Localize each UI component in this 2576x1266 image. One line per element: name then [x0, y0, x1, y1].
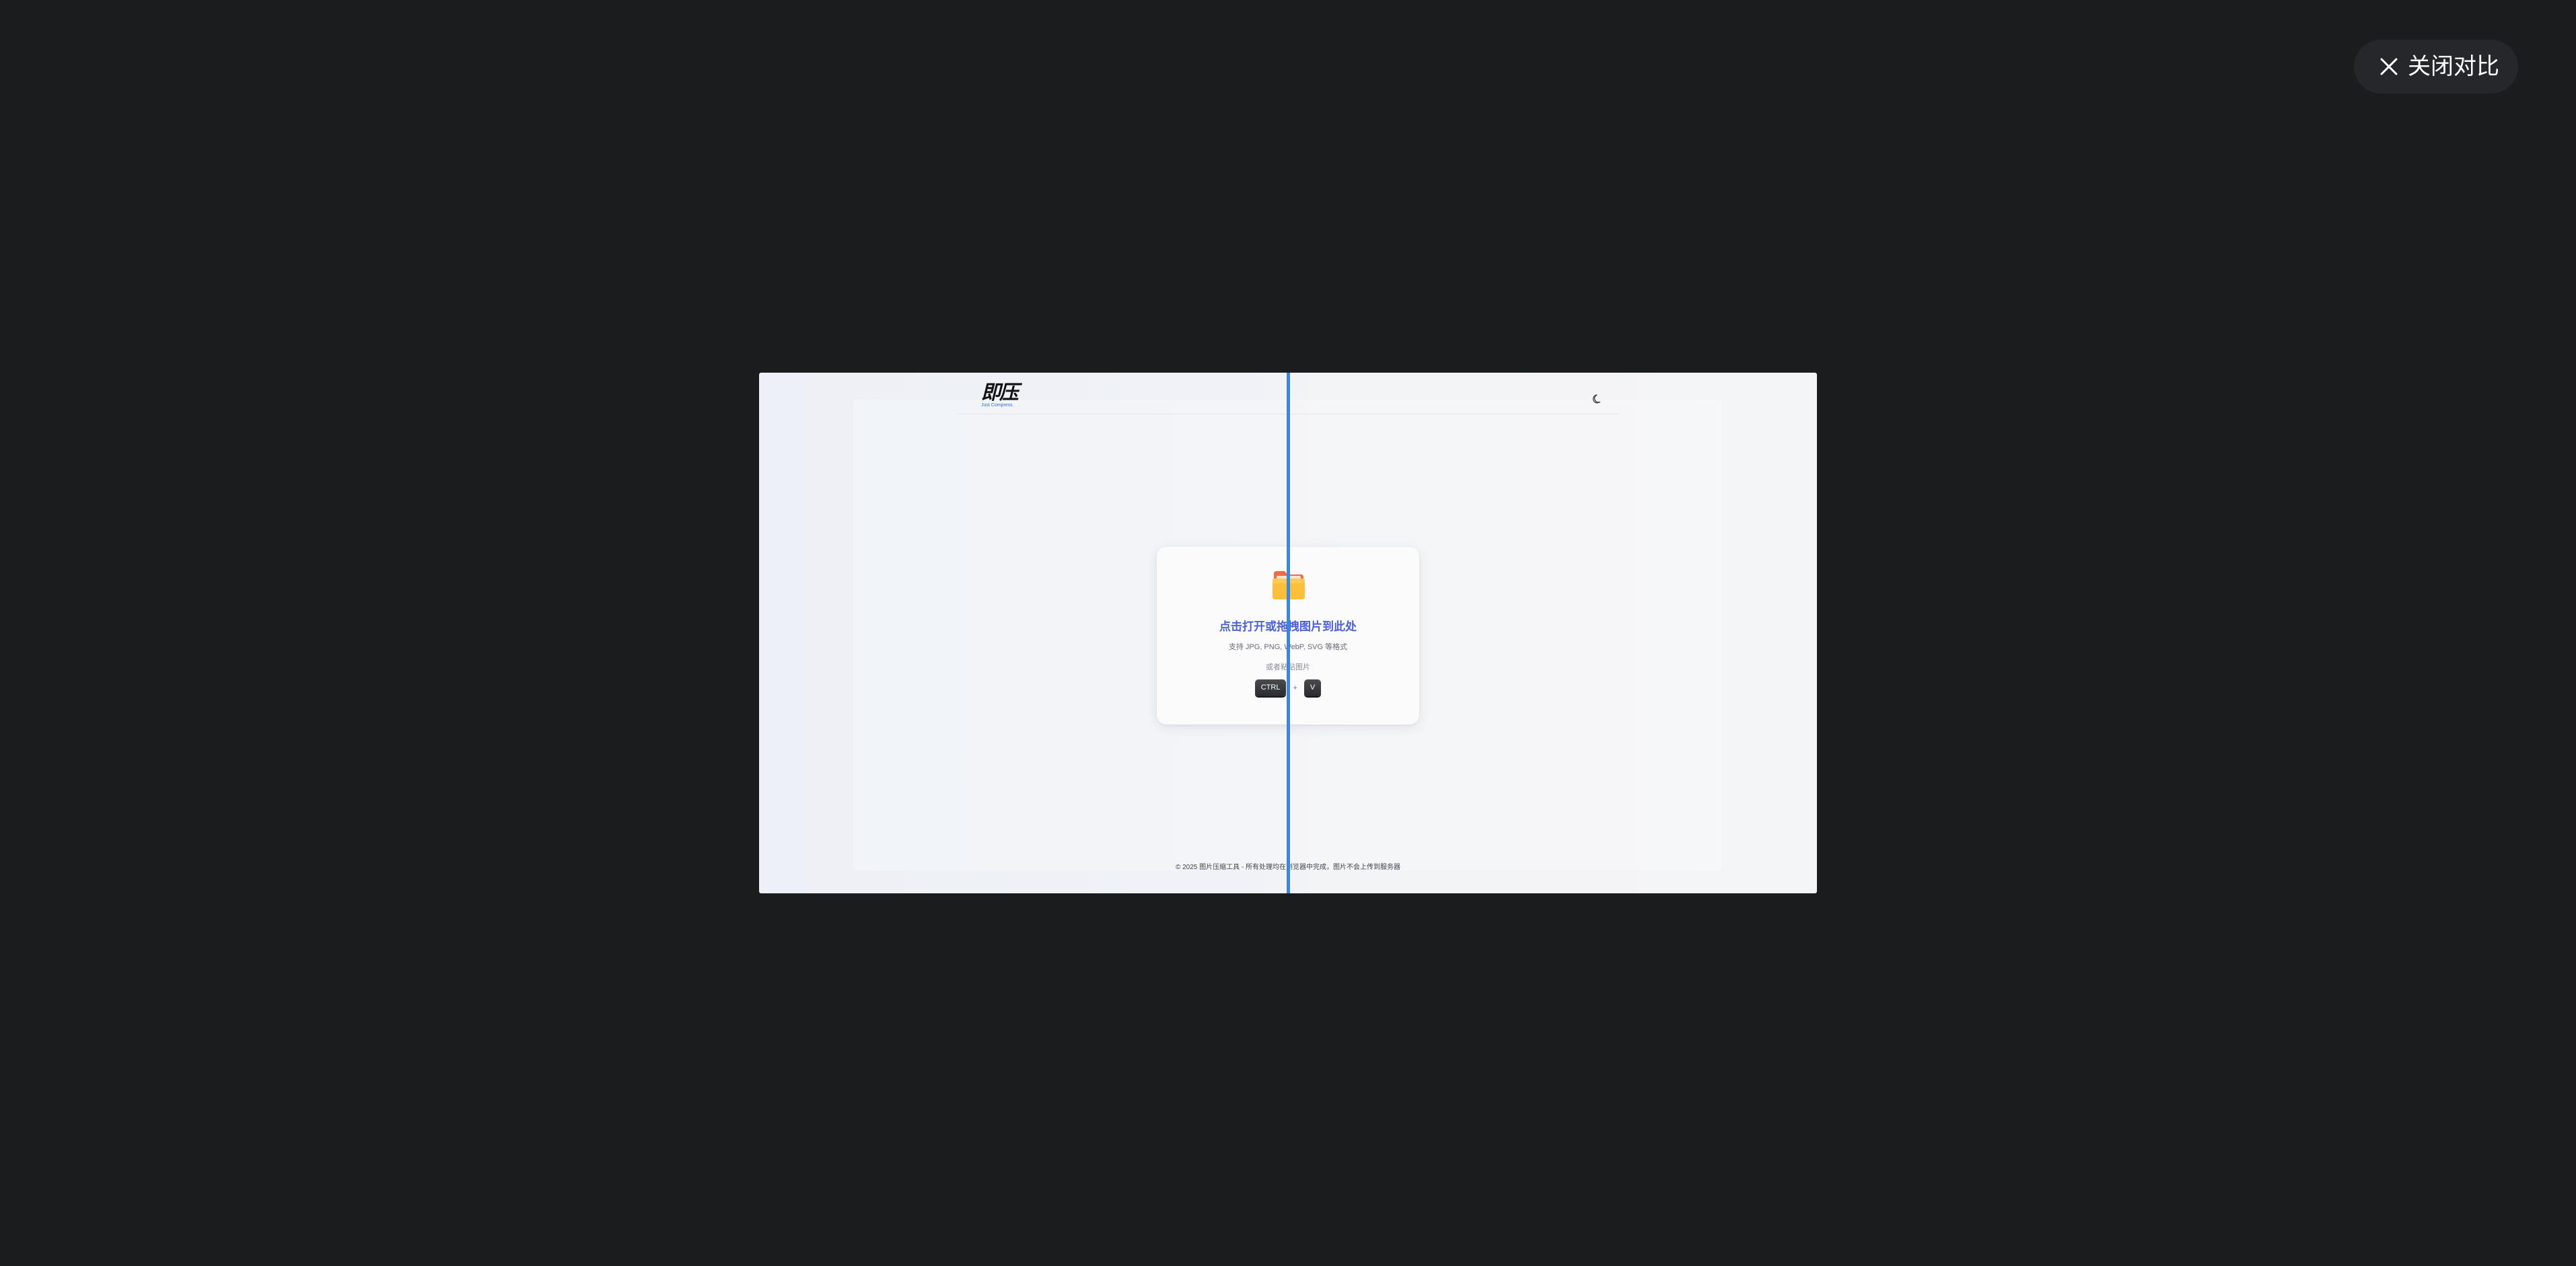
logo[interactable]: 即压 Just Compress: [981, 383, 1026, 410]
compare-preview: 即压 Just Compress 点击打开或拖拽图片到此处 支持 JPG, PN…: [759, 373, 1817, 893]
key-plus: +: [1293, 683, 1297, 692]
logo-text: 即压: [981, 382, 1019, 404]
theme-toggle-button[interactable]: [1591, 393, 1604, 405]
compare-slider-divider[interactable]: [1287, 373, 1290, 893]
logo-subtitle: Just Compress: [981, 403, 1013, 408]
key-ctrl: CTRL: [1254, 679, 1287, 696]
close-compare-label: 关闭对比: [2408, 54, 2499, 79]
close-compare-button[interactable]: 关闭对比: [2354, 40, 2518, 94]
moon-icon: [1591, 394, 1604, 408]
close-icon: [2378, 56, 2400, 77]
key-v: V: [1303, 679, 1322, 696]
